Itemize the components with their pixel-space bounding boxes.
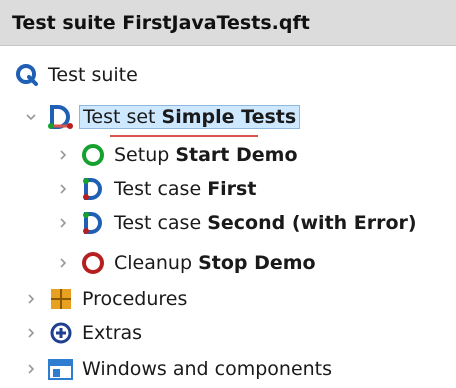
test-suite-icon	[14, 62, 40, 88]
setup-icon	[80, 142, 106, 168]
tree-item-label: Test set Simple Tests	[79, 105, 301, 129]
setup-name: Start Demo	[175, 144, 298, 166]
test-case-icon	[80, 176, 106, 202]
header-title: Test suite FirstJavaTests.qft	[12, 11, 310, 34]
chevron-right-icon[interactable]	[24, 362, 38, 376]
chevron-right-icon[interactable]	[24, 326, 38, 340]
test-case-prefix: Test case	[114, 212, 208, 234]
test-case-icon	[80, 210, 106, 236]
windows-components-icon	[48, 356, 74, 382]
tree-item-test-case-first[interactable]: Test case First	[56, 172, 256, 206]
cleanup-icon	[80, 250, 106, 276]
tree-item-extras[interactable]: Extras	[24, 316, 142, 350]
tree-header: Test suite FirstJavaTests.qft	[0, 0, 456, 46]
tree-item-cleanup[interactable]: Cleanup Stop Demo	[56, 246, 316, 280]
tree-item-setup[interactable]: Setup Start Demo	[56, 138, 298, 172]
chevron-down-icon[interactable]	[24, 110, 38, 124]
cleanup-prefix: Cleanup	[114, 252, 199, 274]
tree-item-label: Procedures	[82, 288, 188, 310]
chevron-right-icon[interactable]	[56, 148, 70, 162]
tree-item-test-suite[interactable]: Test suite	[14, 58, 138, 92]
setup-prefix: Setup	[114, 144, 176, 166]
test-set-icon	[48, 104, 74, 130]
cleanup-name: Stop Demo	[198, 252, 316, 274]
tree-item-windows-components[interactable]: Windows and components	[24, 352, 332, 386]
drop-indicator-line	[110, 135, 258, 137]
tree-item-label: Windows and components	[82, 358, 333, 380]
test-case-name: Second (with Error)	[207, 212, 417, 234]
chevron-right-icon[interactable]	[56, 216, 70, 230]
test-case-prefix: Test case	[114, 178, 208, 200]
procedures-icon	[48, 286, 74, 312]
tree-item-label: Extras	[82, 322, 143, 344]
chevron-right-icon[interactable]	[56, 182, 70, 196]
extras-icon	[48, 320, 74, 346]
chevron-right-icon[interactable]	[56, 256, 70, 270]
tree-item-test-set[interactable]: Test set Simple Tests	[24, 100, 301, 134]
tree-item-procedures[interactable]: Procedures	[24, 282, 187, 316]
tree-item-label: Test suite	[48, 64, 138, 86]
chevron-right-icon[interactable]	[24, 292, 38, 306]
tree-item-test-case-second[interactable]: Test case Second (with Error)	[56, 206, 417, 240]
test-set-prefix: Test set	[83, 106, 162, 128]
test-set-name: Simple Tests	[161, 106, 297, 128]
test-case-name: First	[207, 178, 257, 200]
